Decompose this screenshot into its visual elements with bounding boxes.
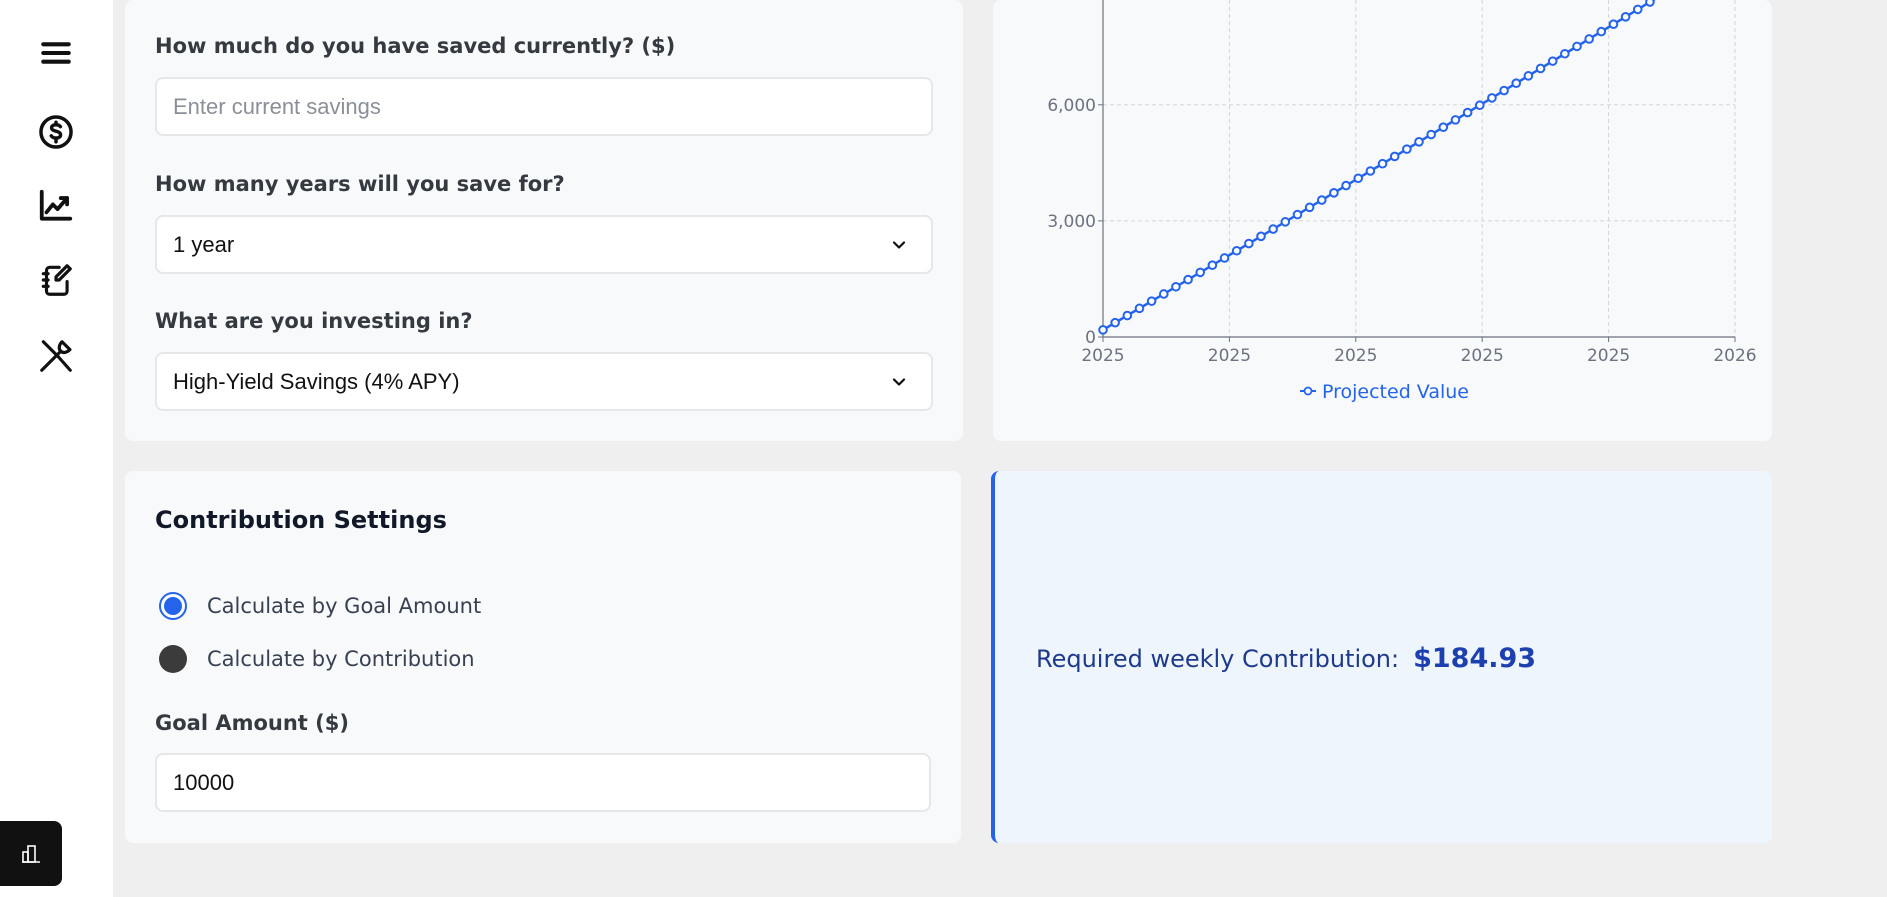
data-point: [1414, 137, 1424, 147]
legend-marker: [1303, 386, 1313, 396]
data-point: [1098, 325, 1108, 335]
data-point: [1231, 245, 1242, 256]
legend-label: Projected Value: [1322, 381, 1469, 403]
data-point: [1195, 267, 1206, 278]
series-line: [1102, 0, 1656, 331]
goal-amount-label: Goal Amount ($): [155, 711, 349, 735]
data-point: [1608, 19, 1619, 30]
data-point: [1584, 34, 1594, 44]
projection-chart-card: 03,0006,0009,000202520252025202520252026…: [993, 0, 1772, 441]
projection-chart: 03,0006,0009,000202520252025202520252026…: [1047, 0, 1757, 403]
years-select[interactable]: 1 year: [155, 215, 933, 274]
data-point: [1438, 122, 1449, 133]
chevron-down-icon: [892, 241, 906, 249]
chevron-down-icon: [892, 378, 906, 386]
y-tick-label: 0: [1085, 328, 1096, 348]
data-point: [1158, 289, 1169, 299]
data-point: [1377, 158, 1388, 169]
current-savings-field[interactable]: [155, 77, 933, 136]
x-tick-label: 2026: [1713, 346, 1756, 366]
radio-contribution-indicator[interactable]: [159, 645, 187, 673]
x-tick-label: 2025: [1208, 346, 1251, 366]
data-point: [1219, 253, 1230, 263]
investment-select[interactable]: High-Yield Savings (4% APY): [155, 352, 933, 411]
data-point: [1256, 231, 1266, 242]
y-tick-label: 6,000: [1047, 96, 1096, 116]
data-point: [1146, 296, 1157, 306]
data-point: [1183, 274, 1193, 285]
data-point: [1389, 151, 1400, 162]
dev-tools-badge[interactable]: [0, 821, 62, 886]
y-tick-label: 3,000: [1047, 212, 1096, 232]
data-point: [1547, 56, 1558, 66]
data-point: [1134, 303, 1145, 314]
data-point: [1280, 217, 1291, 227]
data-point: [1487, 93, 1497, 103]
data-point: [1499, 85, 1509, 96]
radio-contribution-label: Calculate by Contribution: [207, 647, 475, 671]
dev-tools-icon: [22, 844, 40, 863]
data-point: [1244, 238, 1254, 249]
data-point: [1110, 317, 1120, 328]
data-point: [1450, 115, 1461, 125]
data-point: [1207, 260, 1218, 270]
data-point: [1426, 129, 1436, 140]
data-point: [1353, 173, 1364, 184]
data-point: [1632, 4, 1643, 15]
investment-selected-value: High-Yield Savings (4% APY): [173, 368, 460, 394]
radio-contribution[interactable]: Calculate by Contribution: [159, 645, 475, 673]
notebook-edit-icon[interactable]: [36, 260, 76, 300]
current-savings-input[interactable]: [173, 93, 915, 120]
radio-goal-amount-label: Calculate by Goal Amount: [207, 594, 482, 618]
x-tick-label: 2025: [1587, 346, 1630, 366]
data-point: [1560, 48, 1570, 59]
radio-goal-amount[interactable]: Calculate by Goal Amount: [159, 592, 481, 620]
data-point: [1620, 12, 1631, 22]
data-point: [1316, 195, 1327, 205]
data-point: [1572, 41, 1582, 52]
data-point: [1596, 26, 1607, 37]
sidebar: [0, 0, 113, 897]
x-tick-label: 2025: [1461, 346, 1504, 366]
data-point: [1462, 107, 1473, 118]
x-tick-label: 2025: [1334, 346, 1377, 366]
years-selected-value: 1 year: [173, 231, 235, 257]
current-savings-label: How much do you have saved currently? ($…: [155, 34, 676, 58]
data-point: [1474, 100, 1485, 111]
data-point: [1171, 281, 1181, 292]
data-point: [1402, 144, 1412, 154]
data-point: [1523, 71, 1534, 81]
result-card: Required weekly Contribution: $184.93: [991, 471, 1772, 843]
data-point: [1365, 166, 1376, 176]
result-label: Required weekly Contribution:: [1036, 645, 1400, 673]
result-value: $184.93: [1413, 643, 1537, 674]
chart-line-icon[interactable]: [36, 186, 76, 226]
x-tick-label: 2025: [1081, 346, 1124, 366]
data-point: [1268, 224, 1278, 234]
years-label: How many years will you save for?: [155, 172, 565, 196]
data-point: [1511, 78, 1522, 88]
dollar-icon[interactable]: [36, 112, 76, 152]
data-point: [1292, 209, 1303, 220]
goal-amount-input[interactable]: [173, 769, 913, 796]
data-point: [1341, 180, 1351, 191]
data-point: [1535, 63, 1546, 74]
fork-knife-icon[interactable]: [36, 336, 76, 376]
data-point: [1329, 188, 1339, 198]
contribution-settings-title: Contribution Settings: [155, 506, 447, 534]
goal-amount-field[interactable]: [155, 753, 931, 812]
investment-label: What are you investing in?: [155, 309, 473, 333]
data-point: [1304, 202, 1315, 213]
menu-icon[interactable]: [36, 33, 76, 73]
data-point: [1122, 310, 1133, 321]
savings-form-card: How much do you have saved currently? ($…: [125, 0, 963, 441]
radio-goal-amount-indicator[interactable]: [159, 592, 187, 620]
data-point: [1645, 0, 1655, 7]
